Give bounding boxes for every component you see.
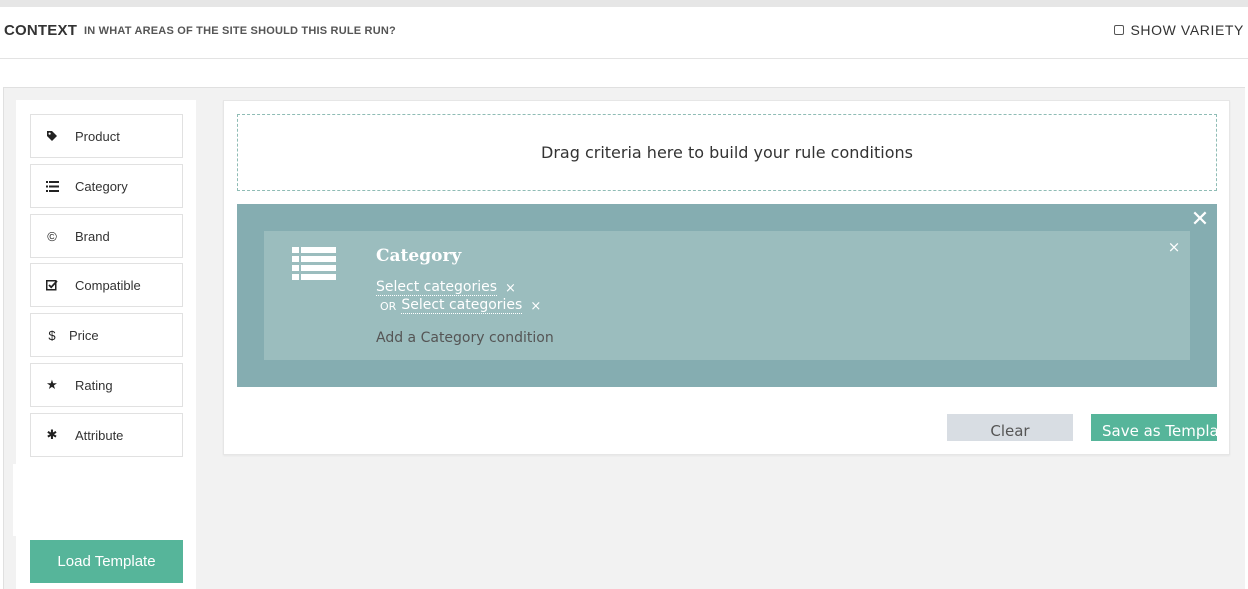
- asterisk-icon: ✱: [46, 427, 58, 442]
- top-strip: [0, 0, 1248, 7]
- criteria-item-rating[interactable]: ★ Rating: [30, 363, 183, 407]
- criteria-item-compatible[interactable]: Compatible: [30, 263, 183, 307]
- show-variety-checkbox[interactable]: [1114, 25, 1125, 35]
- criteria-item-brand[interactable]: © Brand: [30, 214, 183, 258]
- tag-icon: [43, 130, 61, 142]
- remove-condition-icon[interactable]: ×: [1167, 239, 1181, 255]
- clear-button[interactable]: Clear: [947, 414, 1073, 441]
- select-categories-link[interactable]: Select categories: [401, 298, 523, 314]
- context-title: CONTEXT: [4, 22, 78, 39]
- star-icon: ★: [46, 377, 58, 392]
- list-icon: [292, 247, 336, 281]
- load-template-button[interactable]: Load Template: [30, 540, 183, 583]
- context-subtitle: IN WHAT AREAS OF THE SITE SHOULD THIS RU…: [84, 25, 396, 37]
- remove-selection-icon[interactable]: ×: [505, 281, 516, 296]
- category-selection-row: Select categories ×: [376, 280, 516, 296]
- criteria-dropzone[interactable]: Drag criteria here to build your rule co…: [237, 114, 1217, 191]
- list-icon: [43, 180, 61, 192]
- criteria-label: Brand: [75, 228, 110, 244]
- criteria-item-category[interactable]: Category: [30, 164, 183, 208]
- criteria-label: Price: [69, 327, 99, 343]
- criteria-label: Category: [75, 178, 128, 194]
- criteria-label: Attribute: [75, 427, 124, 443]
- select-categories-link[interactable]: Select categories: [376, 280, 498, 296]
- sidebar-spacer: [13, 464, 30, 536]
- show-variety-toggle[interactable]: SHOW VARIETY: [1114, 22, 1244, 38]
- criteria-item-product[interactable]: Product: [30, 114, 183, 158]
- criteria-label: Rating: [75, 377, 113, 393]
- criteria-item-attribute[interactable]: ✱ Attribute: [30, 413, 183, 457]
- category-selection-row: OR Select categories ×: [376, 298, 541, 314]
- condition-title: Category: [376, 246, 462, 266]
- criteria-item-price[interactable]: $ Price: [30, 313, 183, 357]
- context-header: CONTEXT IN WHAT AREAS OF THE SITE SHOULD…: [0, 7, 1248, 59]
- criteria-label: Product: [75, 128, 120, 144]
- copyright-icon: ©: [47, 228, 57, 244]
- check-square-icon: [43, 279, 61, 291]
- or-label: OR: [380, 299, 397, 313]
- show-variety-label: SHOW VARIETY: [1130, 22, 1244, 38]
- remove-group-icon[interactable]: ✕: [1190, 209, 1210, 231]
- dollar-icon: $: [48, 327, 56, 343]
- criteria-label: Compatible: [75, 277, 141, 293]
- add-category-condition-link[interactable]: Add a Category condition: [376, 330, 554, 346]
- remove-selection-icon[interactable]: ×: [530, 299, 541, 314]
- save-as-template-button[interactable]: Save as Template: [1091, 414, 1217, 441]
